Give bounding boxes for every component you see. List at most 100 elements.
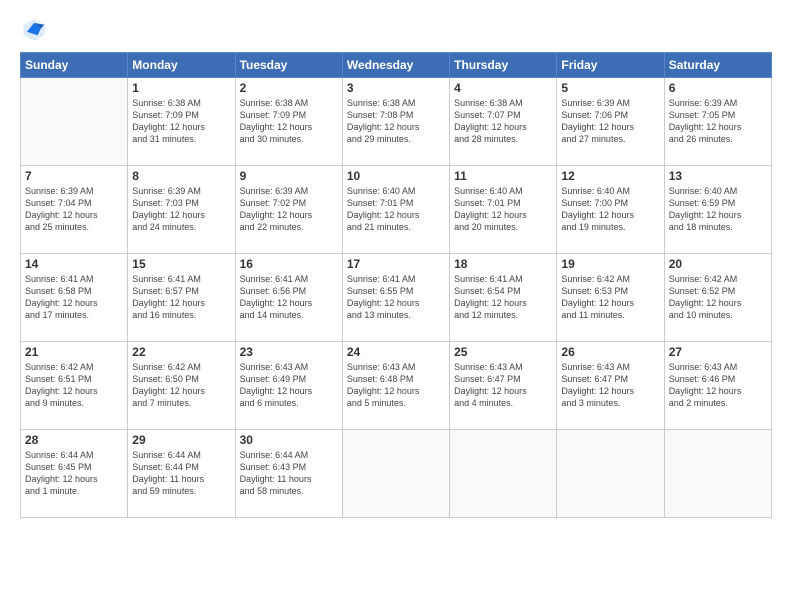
calendar-cell: [664, 430, 771, 518]
day-info: Sunrise: 6:38 AMSunset: 7:07 PMDaylight:…: [454, 97, 552, 146]
day-info: Sunrise: 6:41 AMSunset: 6:55 PMDaylight:…: [347, 273, 445, 322]
day-number: 29: [132, 433, 230, 447]
weekday-header-monday: Monday: [128, 53, 235, 78]
weekday-header-wednesday: Wednesday: [342, 53, 449, 78]
day-number: 13: [669, 169, 767, 183]
calendar-cell: 6 Sunrise: 6:39 AMSunset: 7:05 PMDaylight…: [664, 78, 771, 166]
calendar-cell: 19 Sunrise: 6:42 AMSunset: 6:53 PMDayligh…: [557, 254, 664, 342]
calendar-cell: [21, 78, 128, 166]
day-number: 21: [25, 345, 123, 359]
day-number: 5: [561, 81, 659, 95]
day-info: Sunrise: 6:43 AMSunset: 6:49 PMDaylight:…: [240, 361, 338, 410]
day-info: Sunrise: 6:44 AMSunset: 6:45 PMDaylight:…: [25, 449, 123, 498]
day-number: 14: [25, 257, 123, 271]
day-info: Sunrise: 6:40 AMSunset: 7:01 PMDaylight:…: [454, 185, 552, 234]
day-number: 17: [347, 257, 445, 271]
day-info: Sunrise: 6:43 AMSunset: 6:48 PMDaylight:…: [347, 361, 445, 410]
day-number: 4: [454, 81, 552, 95]
calendar-cell: 9 Sunrise: 6:39 AMSunset: 7:02 PMDaylight…: [235, 166, 342, 254]
day-info: Sunrise: 6:39 AMSunset: 7:05 PMDaylight:…: [669, 97, 767, 146]
weekday-header-sunday: Sunday: [21, 53, 128, 78]
day-number: 23: [240, 345, 338, 359]
day-number: 27: [669, 345, 767, 359]
day-number: 12: [561, 169, 659, 183]
calendar-cell: 8 Sunrise: 6:39 AMSunset: 7:03 PMDaylight…: [128, 166, 235, 254]
day-info: Sunrise: 6:42 AMSunset: 6:51 PMDaylight:…: [25, 361, 123, 410]
day-number: 11: [454, 169, 552, 183]
logo: [20, 16, 54, 44]
calendar-cell: 3 Sunrise: 6:38 AMSunset: 7:08 PMDaylight…: [342, 78, 449, 166]
calendar-page: SundayMondayTuesdayWednesdayThursdayFrid…: [0, 0, 792, 612]
day-info: Sunrise: 6:38 AMSunset: 7:09 PMDaylight:…: [132, 97, 230, 146]
day-number: 8: [132, 169, 230, 183]
day-number: 30: [240, 433, 338, 447]
day-info: Sunrise: 6:39 AMSunset: 7:06 PMDaylight:…: [561, 97, 659, 146]
calendar-cell: 21 Sunrise: 6:42 AMSunset: 6:51 PMDayligh…: [21, 342, 128, 430]
calendar-cell: [557, 430, 664, 518]
day-number: 1: [132, 81, 230, 95]
calendar-cell: 4 Sunrise: 6:38 AMSunset: 7:07 PMDaylight…: [450, 78, 557, 166]
calendar-cell: 12 Sunrise: 6:40 AMSunset: 7:00 PMDayligh…: [557, 166, 664, 254]
calendar-cell: 2 Sunrise: 6:38 AMSunset: 7:09 PMDaylight…: [235, 78, 342, 166]
day-info: Sunrise: 6:43 AMSunset: 6:47 PMDaylight:…: [454, 361, 552, 410]
calendar-cell: 14 Sunrise: 6:41 AMSunset: 6:58 PMDayligh…: [21, 254, 128, 342]
logo-icon: [20, 16, 48, 44]
day-number: 20: [669, 257, 767, 271]
day-info: Sunrise: 6:40 AMSunset: 7:00 PMDaylight:…: [561, 185, 659, 234]
calendar-cell: 28Sunrise: 6:44 AMSunset: 6:45 PMDayligh…: [21, 430, 128, 518]
day-number: 6: [669, 81, 767, 95]
day-info: Sunrise: 6:43 AMSunset: 6:47 PMDaylight:…: [561, 361, 659, 410]
calendar-cell: 10Sunrise: 6:40 AMSunset: 7:01 PMDayligh…: [342, 166, 449, 254]
day-number: 16: [240, 257, 338, 271]
day-number: 2: [240, 81, 338, 95]
weekday-header-row: SundayMondayTuesdayWednesdayThursdayFrid…: [21, 53, 772, 78]
calendar-cell: 11 Sunrise: 6:40 AMSunset: 7:01 PMDayligh…: [450, 166, 557, 254]
day-info: Sunrise: 6:42 AMSunset: 6:52 PMDaylight:…: [669, 273, 767, 322]
calendar-cell: 18Sunrise: 6:41 AMSunset: 6:54 PMDayligh…: [450, 254, 557, 342]
day-number: 3: [347, 81, 445, 95]
day-info: Sunrise: 6:38 AMSunset: 7:09 PMDaylight:…: [240, 97, 338, 146]
day-info: Sunrise: 6:41 AMSunset: 6:58 PMDaylight:…: [25, 273, 123, 322]
day-number: 25: [454, 345, 552, 359]
calendar-cell: 26 Sunrise: 6:43 AMSunset: 6:47 PMDayligh…: [557, 342, 664, 430]
day-number: 24: [347, 345, 445, 359]
day-info: Sunrise: 6:38 AMSunset: 7:08 PMDaylight:…: [347, 97, 445, 146]
calendar-cell: 5 Sunrise: 6:39 AMSunset: 7:06 PMDaylight…: [557, 78, 664, 166]
day-info: Sunrise: 6:42 AMSunset: 6:53 PMDaylight:…: [561, 273, 659, 322]
day-info: Sunrise: 6:44 AMSunset: 6:44 PMDaylight:…: [132, 449, 230, 498]
weekday-header-friday: Friday: [557, 53, 664, 78]
day-info: Sunrise: 6:39 AMSunset: 7:03 PMDaylight:…: [132, 185, 230, 234]
day-info: Sunrise: 6:43 AMSunset: 6:46 PMDaylight:…: [669, 361, 767, 410]
calendar-table: SundayMondayTuesdayWednesdayThursdayFrid…: [20, 52, 772, 518]
day-number: 9: [240, 169, 338, 183]
day-info: Sunrise: 6:41 AMSunset: 6:57 PMDaylight:…: [132, 273, 230, 322]
day-number: 26: [561, 345, 659, 359]
calendar-cell: 15 Sunrise: 6:41 AMSunset: 6:57 PMDayligh…: [128, 254, 235, 342]
day-number: 15: [132, 257, 230, 271]
calendar-cell: 17 Sunrise: 6:41 AMSunset: 6:55 PMDayligh…: [342, 254, 449, 342]
calendar-cell: [342, 430, 449, 518]
calendar-cell: 30 Sunrise: 6:44 AMSunset: 6:43 PMDayligh…: [235, 430, 342, 518]
calendar-cell: 29 Sunrise: 6:44 AMSunset: 6:44 PMDayligh…: [128, 430, 235, 518]
calendar-cell: 1 Sunrise: 6:38 AMSunset: 7:09 PMDaylight…: [128, 78, 235, 166]
day-number: 7: [25, 169, 123, 183]
day-number: 10: [347, 169, 445, 183]
day-info: Sunrise: 6:40 AMSunset: 6:59 PMDaylight:…: [669, 185, 767, 234]
calendar-cell: 13 Sunrise: 6:40 AMSunset: 6:59 PMDayligh…: [664, 166, 771, 254]
calendar-cell: 20 Sunrise: 6:42 AMSunset: 6:52 PMDayligh…: [664, 254, 771, 342]
day-info: Sunrise: 6:39 AMSunset: 7:04 PMDaylight:…: [25, 185, 123, 234]
day-number: 22: [132, 345, 230, 359]
day-info: Sunrise: 6:42 AMSunset: 6:50 PMDaylight:…: [132, 361, 230, 410]
calendar-cell: 22 Sunrise: 6:42 AMSunset: 6:50 PMDayligh…: [128, 342, 235, 430]
calendar-cell: 27 Sunrise: 6:43 AMSunset: 6:46 PMDayligh…: [664, 342, 771, 430]
day-info: Sunrise: 6:44 AMSunset: 6:43 PMDaylight:…: [240, 449, 338, 498]
day-number: 18: [454, 257, 552, 271]
calendar-cell: 7 Sunrise: 6:39 AMSunset: 7:04 PMDaylight…: [21, 166, 128, 254]
weekday-header-thursday: Thursday: [450, 53, 557, 78]
day-info: Sunrise: 6:39 AMSunset: 7:02 PMDaylight:…: [240, 185, 338, 234]
calendar-cell: 25 Sunrise: 6:43 AMSunset: 6:47 PMDayligh…: [450, 342, 557, 430]
day-number: 19: [561, 257, 659, 271]
calendar-cell: 24 Sunrise: 6:43 AMSunset: 6:48 PMDayligh…: [342, 342, 449, 430]
calendar-cell: 23 Sunrise: 6:43 AMSunset: 6:49 PMDayligh…: [235, 342, 342, 430]
calendar-cell: 16Sunrise: 6:41 AMSunset: 6:56 PMDayligh…: [235, 254, 342, 342]
